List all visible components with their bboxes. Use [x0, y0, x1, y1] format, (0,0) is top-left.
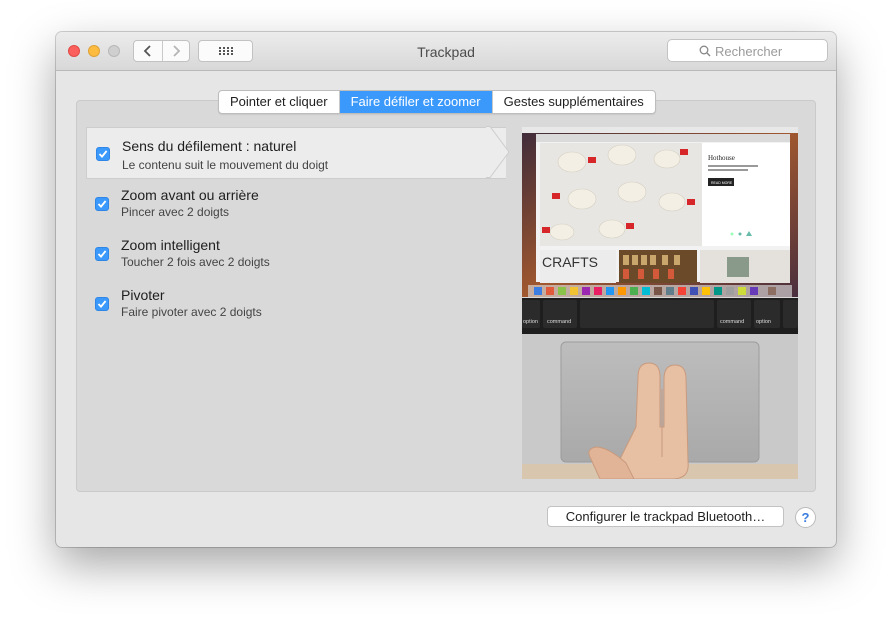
preview-crafts-label: CRAFTS	[542, 254, 598, 270]
key-command-left: command	[547, 319, 571, 325]
tab-bar: Pointer et cliquer Faire défiler et zoom…	[218, 90, 656, 114]
option-title: Sens du défilement : naturel	[122, 138, 297, 154]
search-icon	[699, 45, 711, 57]
scroll-direction-checkbox[interactable]	[96, 147, 110, 161]
checkmark-icon	[97, 250, 107, 258]
option-row-smart-zoom[interactable]: Zoom intelligent Toucher 2 fois avec 2 d…	[86, 229, 506, 281]
zoom-checkbox[interactable]	[95, 197, 109, 211]
key-option-right: option	[756, 319, 771, 325]
option-title: Pivoter	[121, 287, 165, 303]
search-placeholder: Rechercher	[715, 44, 783, 59]
option-row-rotate[interactable]: Pivoter Faire pivoter avec 2 doigts	[86, 279, 506, 331]
gesture-preview: Hothouse READ MORE CRAFTS option command…	[522, 127, 798, 479]
option-subtitle: Pincer avec 2 doigts	[121, 205, 230, 219]
title-bar: Trackpad Rechercher	[56, 32, 836, 71]
option-title: Zoom intelligent	[121, 237, 220, 253]
preferences-window: Trackpad Rechercher Pointer et cliquer F…	[56, 32, 836, 547]
option-subtitle: Faire pivoter avec 2 doigts	[121, 305, 262, 319]
selection-arrow	[486, 126, 510, 178]
key-command-right: command	[720, 319, 744, 325]
smart-zoom-checkbox[interactable]	[95, 247, 109, 261]
rotate-checkbox[interactable]	[95, 297, 109, 311]
option-row-zoom[interactable]: Zoom avant ou arrière Pincer avec 2 doig…	[86, 179, 506, 231]
tab-point-and-click[interactable]: Pointer et cliquer	[219, 91, 340, 113]
checkmark-icon	[97, 300, 107, 308]
tab-more-gestures[interactable]: Gestes supplémentaires	[493, 91, 655, 113]
key-option-left: option	[523, 319, 538, 325]
preview-button-label: READ MORE	[711, 181, 733, 185]
checkmark-icon	[98, 150, 108, 158]
preview-illustration: Hothouse READ MORE CRAFTS option command…	[522, 127, 798, 479]
option-title: Zoom avant ou arrière	[121, 187, 259, 203]
preview-site-title: Hothouse	[708, 154, 735, 162]
search-field[interactable]: Rechercher	[667, 39, 828, 62]
checkmark-icon	[97, 200, 107, 208]
option-subtitle: Le contenu suit le mouvement du doigt	[122, 158, 329, 172]
help-button[interactable]: ?	[795, 507, 816, 528]
configure-bluetooth-trackpad-button[interactable]: Configurer le trackpad Bluetooth…	[547, 506, 784, 527]
option-row-scroll-direction[interactable]: Sens du défilement : naturel Le contenu …	[86, 127, 506, 179]
option-subtitle: Toucher 2 fois avec 2 doigts	[121, 255, 270, 269]
tab-scroll-and-zoom[interactable]: Faire défiler et zoomer	[339, 91, 493, 113]
